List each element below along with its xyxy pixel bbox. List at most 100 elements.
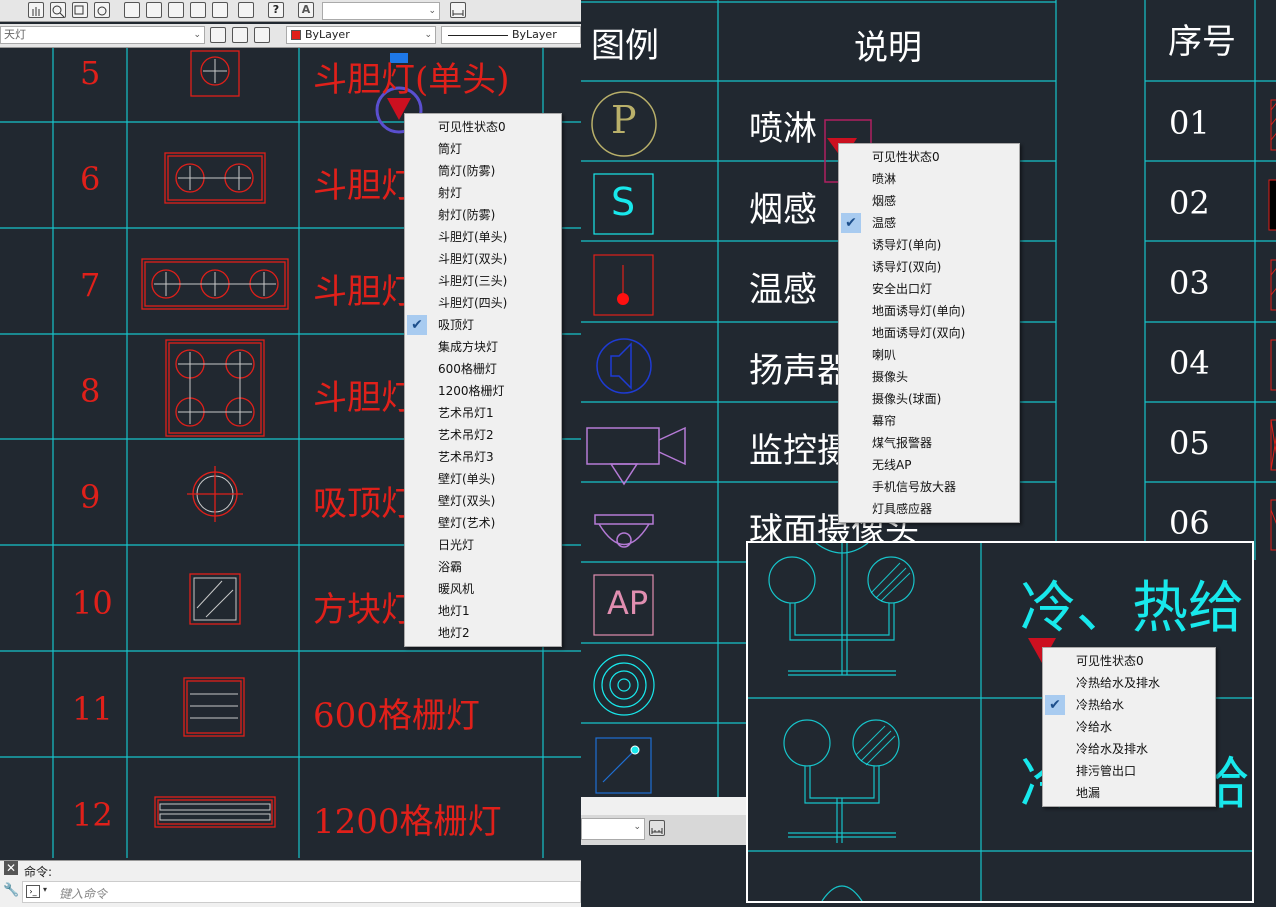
text-style-icon[interactable]: A xyxy=(298,2,314,18)
device-state-item[interactable]: ✔ 温感 xyxy=(839,212,1019,234)
lighting-state-item-label: 日光灯 xyxy=(438,538,475,552)
prompt-icon[interactable]: ›_ xyxy=(26,885,40,898)
device-state-item-label: 喷淋 xyxy=(872,172,897,186)
layer-previous-icon[interactable] xyxy=(232,27,248,43)
lighting-state-item[interactable]: ✔ 吸顶灯 xyxy=(405,314,561,336)
device-state-item[interactable]: 可见性状态0 xyxy=(839,146,1019,168)
lighting-state-item[interactable]: 斗胆灯(单头) xyxy=(405,226,561,248)
help-icon[interactable]: ? xyxy=(268,2,284,18)
plumbing-state-item[interactable]: 排污管出口 xyxy=(1043,760,1215,782)
tool-palettes-icon[interactable] xyxy=(168,2,184,18)
lighting-state-item[interactable]: 斗胆灯(四头) xyxy=(405,292,561,314)
pan-icon[interactable] xyxy=(28,2,44,18)
device-state-item[interactable]: 无线AP xyxy=(839,454,1019,476)
device-state-item-label: 煤气报警器 xyxy=(872,436,933,450)
zoom-window-icon[interactable] xyxy=(72,2,88,18)
lighting-state-item[interactable]: 1200格栅灯 xyxy=(405,380,561,402)
lighting-state-item[interactable]: 地灯2 xyxy=(405,622,561,644)
device-state-item[interactable]: 摄像头 xyxy=(839,366,1019,388)
device-state-item[interactable]: 摄像头(球面) xyxy=(839,388,1019,410)
lighting-state-item[interactable]: 射灯 xyxy=(405,182,561,204)
device-state-item[interactable]: 煤气报警器 xyxy=(839,432,1019,454)
serial-04: 04 xyxy=(1169,344,1210,382)
sheet-set-icon[interactable] xyxy=(190,2,206,18)
properties-icon[interactable] xyxy=(124,2,140,18)
lighting-state-item-label: 射灯(防雾) xyxy=(438,208,496,222)
lighting-state-item-label: 壁灯(双头) xyxy=(438,494,496,508)
plumbing-state-item[interactable]: 地漏 xyxy=(1043,782,1215,804)
device-state-item[interactable]: 手机信号放大器 xyxy=(839,476,1019,498)
row-no-11: 11 xyxy=(72,690,113,728)
plumbing-state-item[interactable]: 冷热给水及排水 xyxy=(1043,672,1215,694)
device-state-item-label: 地面诱导灯(单向) xyxy=(872,304,966,318)
lighting-state-item-label: 600格栅灯 xyxy=(438,362,497,376)
lighting-state-item[interactable]: 600格栅灯 xyxy=(405,358,561,380)
zoom-previous-icon[interactable] xyxy=(94,2,110,18)
lighting-state-item-label: 艺术吊灯1 xyxy=(438,406,494,420)
command-placeholder: 键入命令 xyxy=(59,887,108,901)
dim-style-icon[interactable] xyxy=(450,2,466,18)
command-input[interactable]: ›_ ▾ 键入命令 xyxy=(22,881,581,903)
markup-icon[interactable] xyxy=(212,2,228,18)
plumbing-state-item[interactable]: ✔ 冷热给水 xyxy=(1043,694,1215,716)
lighting-state-item[interactable]: 壁灯(艺术) xyxy=(405,512,561,534)
lighting-state-item-label: 地灯1 xyxy=(438,604,470,618)
lighting-state-item[interactable]: 斗胆灯(三头) xyxy=(405,270,561,292)
row-desc-7: 斗胆灯 xyxy=(313,272,415,312)
wrench-icon[interactable]: 🔧 xyxy=(3,883,19,899)
lighting-state-item[interactable]: 暖风机 xyxy=(405,578,561,600)
row-desc-8: 斗胆灯 xyxy=(313,378,415,418)
device-state-item[interactable]: 喷淋 xyxy=(839,168,1019,190)
layer-combo[interactable]: 天灯 ⌄ xyxy=(0,26,205,44)
device-state-item[interactable]: 幕帘 xyxy=(839,410,1019,432)
text-style-combo[interactable]: ⌄ xyxy=(322,2,440,20)
row-desc-10: 方块灯 xyxy=(313,590,415,630)
row-no-8: 8 xyxy=(80,372,101,410)
zoom-realtime-icon[interactable] xyxy=(50,2,66,18)
lighting-state-item[interactable]: 集成方块灯 xyxy=(405,336,561,358)
calculator-icon[interactable] xyxy=(238,2,254,18)
legend-header-label: 图例 xyxy=(591,26,659,66)
lighting-state-item[interactable]: 射灯(防雾) xyxy=(405,204,561,226)
layer-state-icon[interactable] xyxy=(254,27,270,43)
plumbing-state-item-label: 地漏 xyxy=(1076,786,1101,800)
lighting-state-item[interactable]: 壁灯(单头) xyxy=(405,468,561,490)
lighting-state-item[interactable]: 日光灯 xyxy=(405,534,561,556)
lighting-state-item-label: 集成方块灯 xyxy=(438,340,499,354)
lighting-state-item[interactable]: 艺术吊灯3 xyxy=(405,446,561,468)
lighting-state-item[interactable]: 艺术吊灯1 xyxy=(405,402,561,424)
row-no-5: 5 xyxy=(80,54,101,92)
device-state-item[interactable]: 地面诱导灯(单向) xyxy=(839,300,1019,322)
device-state-item[interactable]: 烟感 xyxy=(839,190,1019,212)
lighting-state-item[interactable]: 斗胆灯(双头) xyxy=(405,248,561,270)
design-center-icon[interactable] xyxy=(146,2,162,18)
device-state-item[interactable]: 地面诱导灯(双向) xyxy=(839,322,1019,344)
linetype-combo[interactable]: ByLayer xyxy=(441,26,581,44)
lighting-state-item-label: 1200格栅灯 xyxy=(438,384,505,398)
measure-icon[interactable] xyxy=(649,820,665,836)
lighting-state-item[interactable]: 壁灯(双头) xyxy=(405,490,561,512)
plumbing-state-item[interactable]: 冷给水 xyxy=(1043,716,1215,738)
lighting-state-item[interactable]: 可见性状态0 xyxy=(405,116,561,138)
device-state-item[interactable]: 喇叭 xyxy=(839,344,1019,366)
lighting-state-item[interactable]: 地灯1 xyxy=(405,600,561,622)
lighting-state-item[interactable]: 浴霸 xyxy=(405,556,561,578)
plumbing-state-item[interactable]: 冷给水及排水 xyxy=(1043,738,1215,760)
close-icon[interactable]: ✕ xyxy=(4,861,18,875)
lighting-state-item[interactable]: 筒灯(防雾) xyxy=(405,160,561,182)
device-state-item[interactable]: 诱导灯(双向) xyxy=(839,256,1019,278)
lighting-state-item[interactable]: 筒灯 xyxy=(405,138,561,160)
device-state-item[interactable]: 灯具感应器 xyxy=(839,498,1019,520)
plumbing-state-item-label: 冷给水及排水 xyxy=(1076,742,1149,756)
prompt-dropdown-icon[interactable]: ▾ xyxy=(43,885,47,894)
device-state-item[interactable]: 安全出口灯 xyxy=(839,278,1019,300)
plumbing-state-item-label: 可见性状态0 xyxy=(1076,654,1144,668)
make-current-layer-icon[interactable] xyxy=(210,27,226,43)
plumbing-state-item[interactable]: 可见性状态0 xyxy=(1043,650,1215,672)
color-combo[interactable]: ByLayer ⌄ xyxy=(286,26,436,44)
device-state-item[interactable]: 诱导灯(单向) xyxy=(839,234,1019,256)
lighting-state-item[interactable]: 艺术吊灯2 xyxy=(405,424,561,446)
bottom-combo[interactable]: ⌄ xyxy=(581,818,645,840)
lighting-state-item-label: 艺术吊灯2 xyxy=(438,428,494,442)
lighting-state-item-label: 射灯 xyxy=(438,186,463,200)
